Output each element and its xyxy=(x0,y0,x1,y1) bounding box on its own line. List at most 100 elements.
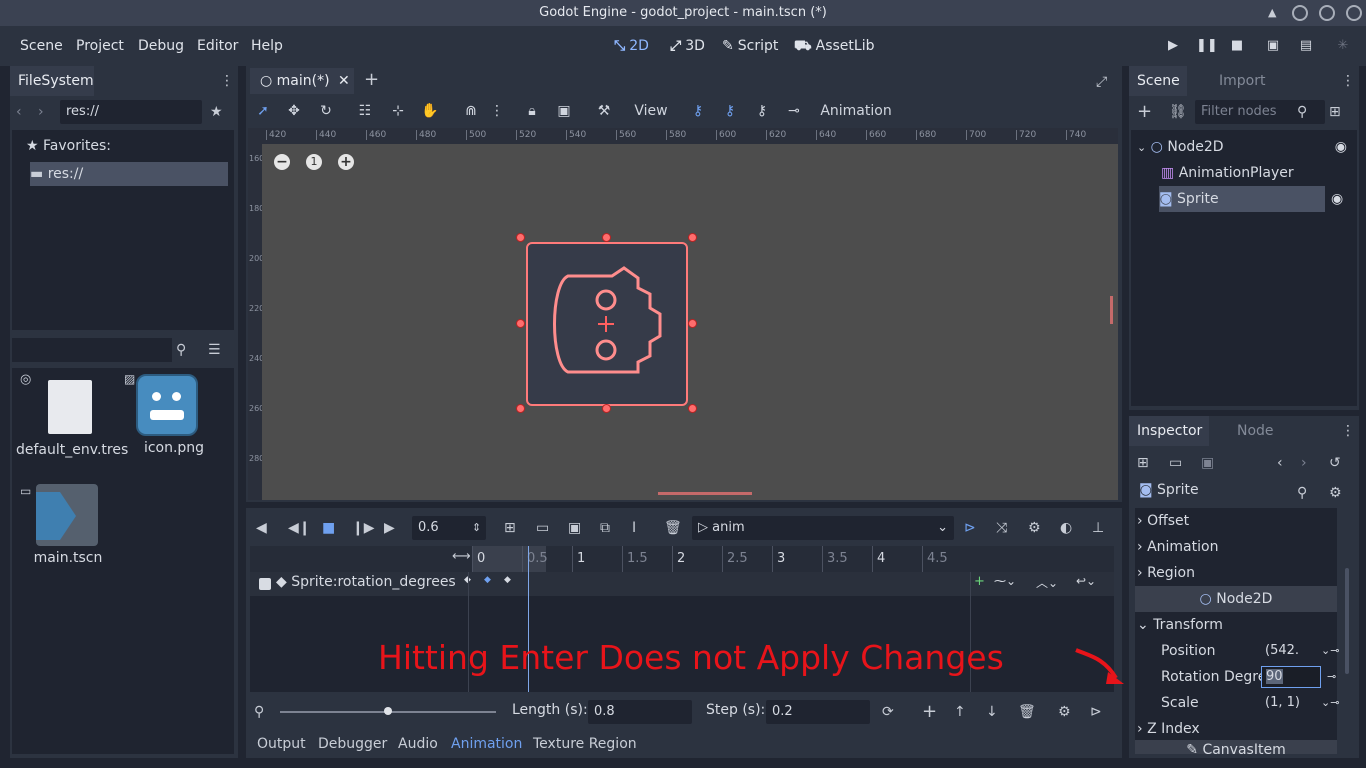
delete-anim-icon[interactable]: 🗑︎ xyxy=(664,518,682,538)
section-animation[interactable]: › Animation xyxy=(1137,534,1335,560)
resize-handle[interactable] xyxy=(688,404,697,413)
file-item[interactable]: ▭ main.tscn xyxy=(16,484,116,574)
search-icon[interactable]: ⚲ xyxy=(1297,483,1307,503)
insert-key-pos-icon[interactable]: ⚷ xyxy=(687,99,709,123)
tab-debugger[interactable]: Debugger xyxy=(318,734,387,754)
pivot-tool-icon[interactable]: ⊹ xyxy=(387,99,409,123)
anim-select[interactable]: ▷ anim ⌄ xyxy=(692,516,954,540)
save-anim-icon[interactable]: ▣ xyxy=(568,518,581,538)
play-from-start-icon[interactable]: ❙▶ xyxy=(352,518,375,538)
zoom-out-icon[interactable]: − xyxy=(274,154,290,170)
select-tool-icon[interactable]: ➚ xyxy=(252,99,274,123)
tab-texture-region[interactable]: Texture Region xyxy=(533,734,637,754)
autoplay-icon[interactable]: ⊳ xyxy=(964,518,976,538)
favorites-row[interactable]: ★ Favorites: xyxy=(26,138,111,154)
visibility-eye-icon[interactable]: ◉ xyxy=(1331,186,1343,212)
move-tool-icon[interactable]: ✥ xyxy=(283,99,305,123)
attach-script-icon[interactable]: ⊞ xyxy=(1329,102,1341,122)
file-item[interactable]: ◎ default_env.tres xyxy=(16,372,128,482)
new-resource-icon[interactable]: ⊞ xyxy=(1137,453,1149,473)
section-region[interactable]: › Region xyxy=(1137,560,1335,586)
view-menu[interactable]: View xyxy=(634,99,668,123)
group-icon[interactable]: ▣ xyxy=(553,99,575,123)
workspace-2d[interactable]: ⤡ 2D xyxy=(614,26,649,66)
section-offset[interactable]: › Offset xyxy=(1137,508,1335,534)
history-icon[interactable]: ↺ xyxy=(1329,453,1341,473)
move-down-icon[interactable]: ↓ xyxy=(986,702,998,722)
length-field[interactable]: 0.8 xyxy=(588,700,692,724)
spin-arrows-icon[interactable]: ⇕ xyxy=(472,518,481,538)
close-tab-icon[interactable]: ✕ xyxy=(338,68,350,94)
delete-track-icon[interactable]: 🗑︎ xyxy=(1018,702,1036,722)
play-anim-icon[interactable]: ▶ xyxy=(384,518,395,538)
add-key-icon[interactable]: + xyxy=(974,574,985,589)
menu-debug[interactable]: Debug xyxy=(138,26,184,66)
tree-node-sprite[interactable]: ◙ Sprite xyxy=(1159,186,1325,212)
history-back-icon[interactable]: ‹ xyxy=(1277,453,1283,473)
rotate-tool-icon[interactable]: ↻ xyxy=(315,99,337,123)
scrollbar-horizontal[interactable] xyxy=(658,492,752,495)
tab-main[interactable]: ○ main(*) ✕ xyxy=(250,68,354,94)
stop-anim-icon[interactable]: ■ xyxy=(322,518,335,538)
file-item[interactable]: ▨ icon.png xyxy=(122,372,222,482)
tree-node-node2d[interactable]: ⌄ ○ Node2D ◉ xyxy=(1137,134,1351,160)
load-anim-icon[interactable]: ▭ xyxy=(536,518,549,538)
menu-dots-icon[interactable]: ⋮ xyxy=(220,71,234,91)
insert-key-scale-icon[interactable]: ⚷ xyxy=(751,99,773,123)
play-icon[interactable]: ▶ xyxy=(1164,37,1182,55)
save-resource-icon[interactable]: ▣ xyxy=(1201,453,1214,473)
tab-filesystem[interactable]: FileSystem xyxy=(10,66,94,96)
keyframe[interactable]: ◆ xyxy=(484,575,491,585)
history-forward-icon[interactable]: › xyxy=(1301,453,1307,473)
position-key-icon[interactable]: ⌄⊸ xyxy=(1321,638,1339,664)
resize-handle[interactable] xyxy=(516,404,525,413)
tree-item-res[interactable]: ▬ res:// xyxy=(30,162,228,186)
pin-icon[interactable]: ⊥ xyxy=(1092,518,1104,538)
minimize-icon[interactable]: ▲ xyxy=(1268,6,1276,19)
load-resource-icon[interactable]: ▭ xyxy=(1169,453,1182,473)
section-z-index[interactable]: › Z Index xyxy=(1137,716,1335,742)
add-key-track-icon[interactable]: ⊳ xyxy=(1090,702,1102,722)
file-search-input[interactable] xyxy=(12,338,172,362)
workspace-script[interactable]: ✎ Script xyxy=(722,26,778,66)
loop-icon[interactable]: ⟳ xyxy=(882,702,894,722)
skeleton-icon[interactable]: ⚒ xyxy=(593,99,615,123)
anim-tools-icon[interactable]: ⚙ xyxy=(1028,518,1041,538)
rotation-input[interactable]: 90 xyxy=(1261,666,1321,688)
rename-anim-icon[interactable]: I xyxy=(632,518,636,538)
back-icon[interactable]: ‹ xyxy=(16,102,22,122)
viewport[interactable]: − 1 + xyxy=(262,144,1118,500)
search-icon[interactable]: ⚲ xyxy=(1297,102,1307,122)
zoom-icon[interactable]: ⚲ xyxy=(254,702,264,722)
key-icon[interactable]: ⊸ xyxy=(783,99,805,123)
menu-dots-icon[interactable]: ⋮ xyxy=(1341,421,1355,441)
play-custom-scene-icon[interactable]: ▤ xyxy=(1297,37,1315,55)
play-backwards-start-icon[interactable]: ◀❙ xyxy=(288,518,311,538)
tab-audio[interactable]: Audio xyxy=(398,734,438,754)
workspace-assetlib[interactable]: ⛟ AssetLib xyxy=(794,26,874,66)
tab-import[interactable]: Import xyxy=(1211,66,1273,96)
tab-animation[interactable]: Animation xyxy=(451,734,522,754)
distraction-free-icon[interactable]: ⤢ xyxy=(1096,72,1107,92)
maximize-icon[interactable] xyxy=(1319,5,1335,21)
list-tool-icon[interactable]: ☷ xyxy=(354,99,376,123)
tab-scene[interactable]: Scene xyxy=(1129,66,1187,96)
forward-icon[interactable]: › xyxy=(38,102,44,122)
tab-node[interactable]: Node xyxy=(1229,416,1282,446)
blend-icon[interactable]: ⤨ xyxy=(996,518,1007,538)
lock-icon[interactable]: 🔒︎ xyxy=(521,99,543,123)
menu-help[interactable]: Help xyxy=(251,26,283,66)
step-field[interactable]: 0.2 xyxy=(766,700,870,724)
resize-handle[interactable] xyxy=(688,319,697,328)
resize-handle[interactable] xyxy=(516,233,525,242)
move-up-icon[interactable]: ↑ xyxy=(954,702,966,722)
menu-scene[interactable]: Scene xyxy=(20,26,63,66)
inspector-scrollbar[interactable] xyxy=(1345,568,1349,674)
add-node-icon[interactable]: + xyxy=(1137,102,1152,122)
track-tools-icon[interactable]: ⚙ xyxy=(1058,702,1071,722)
scale-key-icon[interactable]: ⌄⊸ xyxy=(1321,690,1339,716)
position-value[interactable]: (542. xyxy=(1265,638,1299,664)
track-checkbox[interactable] xyxy=(259,578,271,590)
restore-icon[interactable] xyxy=(1292,5,1308,21)
tree-node-animationplayer[interactable]: ▥ AnimationPlayer xyxy=(1161,160,1351,186)
